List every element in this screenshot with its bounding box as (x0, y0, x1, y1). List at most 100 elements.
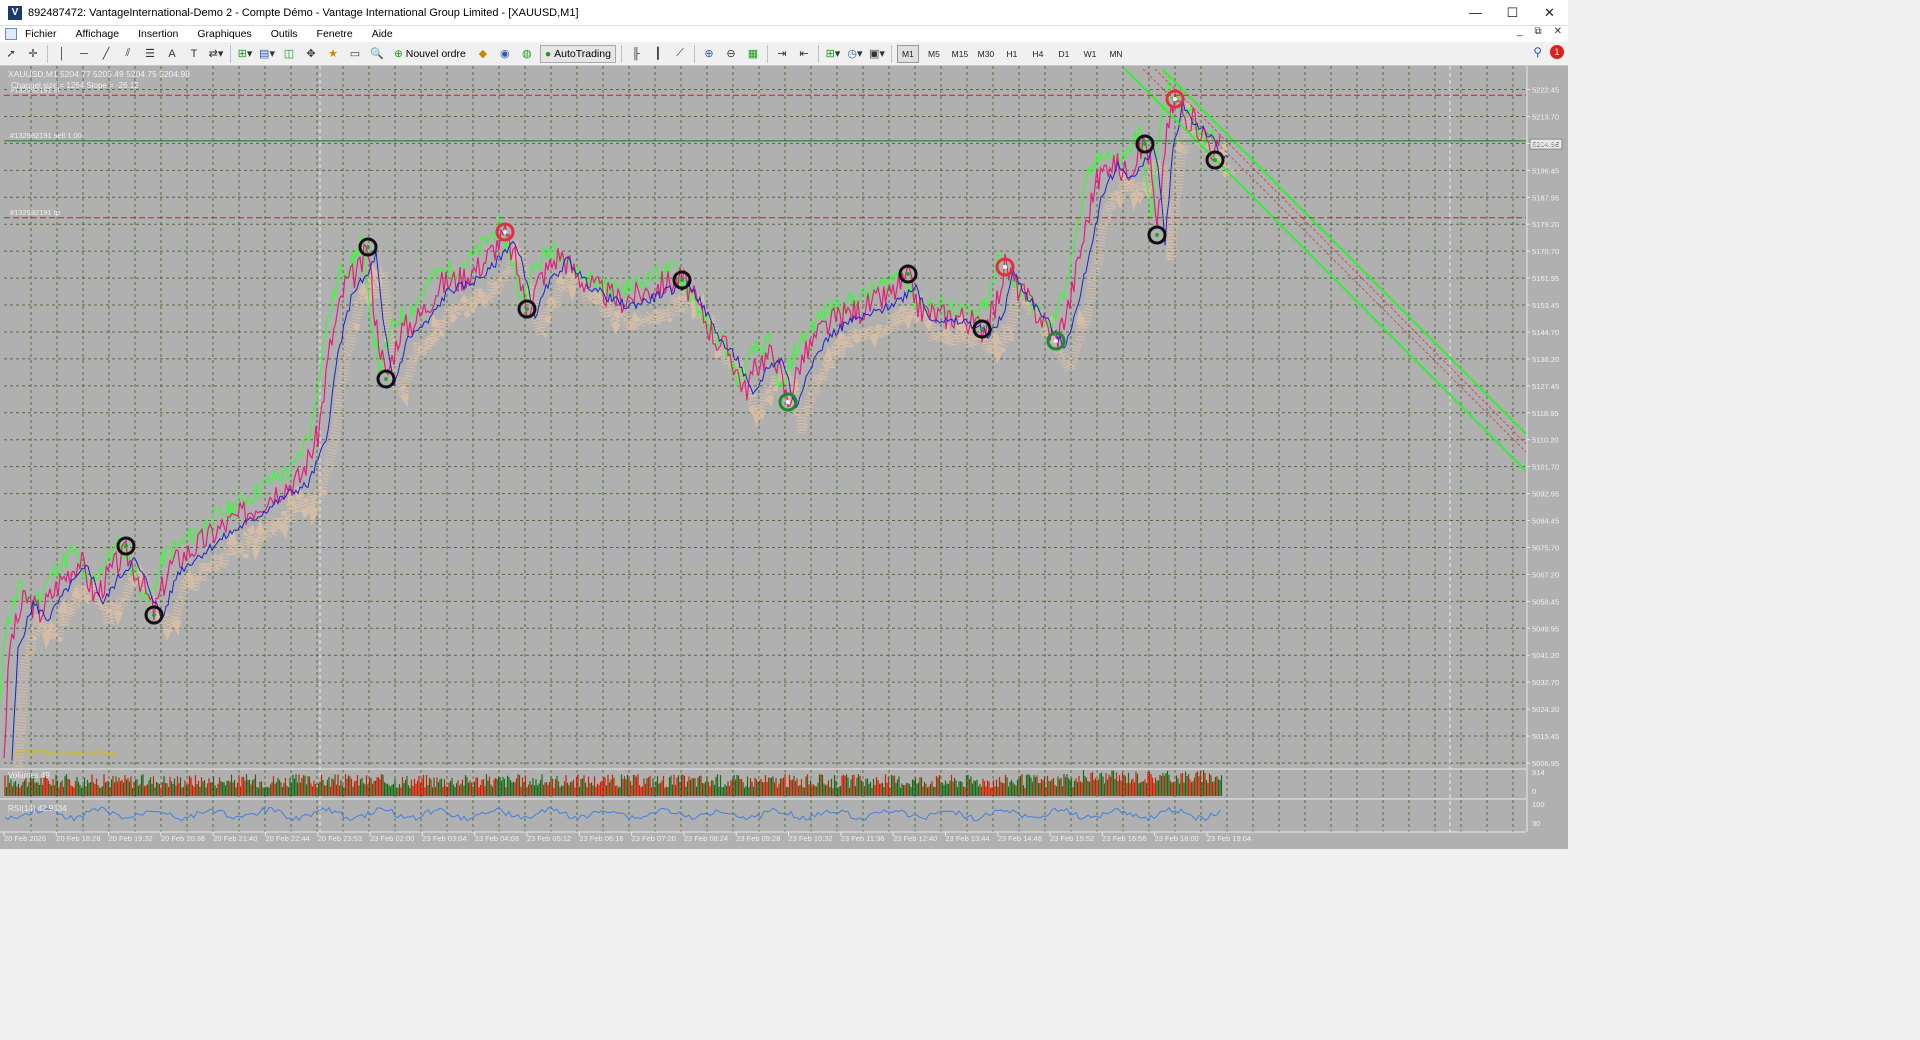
horizontal-line-icon[interactable]: ─ (75, 45, 93, 63)
fibonacci-icon[interactable]: ☰ (141, 45, 159, 63)
price-tick-label: 5092.95 (1532, 490, 1559, 499)
symbol-info: XAUUSD,M1 5204.77 5205.49 5204.75 5204.9… (8, 69, 190, 79)
price-tick-label: 5153.45 (1532, 301, 1559, 310)
close-button[interactable]: ✕ (1531, 0, 1568, 26)
zoom-in-icon[interactable]: ⊕ (700, 45, 718, 63)
vertical-line-icon[interactable]: │ (53, 45, 71, 63)
menu-aide[interactable]: Aide (372, 28, 393, 40)
menu-insertion[interactable]: Insertion (138, 28, 178, 40)
crosshair-icon[interactable]: ✛ (24, 45, 42, 63)
menu-graphiques[interactable]: Graphiques (197, 28, 251, 40)
new-order-button[interactable]: ⊕ Nouvel ordre (390, 45, 470, 63)
swing-marker-dot (786, 400, 790, 404)
time-tick-label: 23 Feb 10:32 (789, 834, 833, 843)
chart-shift-icon[interactable]: ⇤ (795, 45, 813, 63)
cursor-icon[interactable]: ➚ (2, 45, 20, 63)
autotrading-button[interactable]: ● AutoTrading (539, 44, 616, 63)
window-title: 892487472: VantageInternational-Demo 2 -… (28, 6, 579, 19)
menu-outils[interactable]: Outils (271, 28, 298, 40)
swing-marker-dot (152, 613, 156, 617)
time-tick-label: 20 Feb 20:36 (161, 834, 205, 843)
chart-window[interactable]: #132992191 sl #132992191 sell 1.00 #132992… (0, 66, 1568, 849)
text-icon[interactable]: A (163, 45, 181, 63)
swing-marker-dot (366, 245, 370, 249)
time-tick-label: 20 Feb 21:40 (213, 834, 257, 843)
price-tick-label: 5006.95 (1532, 759, 1559, 768)
swing-marker-dot (1173, 97, 1177, 101)
price-tick-label: 5196.45 (1532, 166, 1559, 175)
timeframe-h4[interactable]: H4 (1027, 45, 1049, 63)
chart-window-icon[interactable] (5, 28, 17, 40)
time-tick-label: 23 Feb 08:24 (684, 834, 728, 843)
time-tick-label: 23 Feb 05:12 (527, 834, 571, 843)
price-tick-label: 5110.20 (1532, 436, 1559, 445)
price-tick-label: 5058.45 (1532, 597, 1559, 606)
rsi-tick-label: 100 (1532, 800, 1545, 809)
timeframe-m30[interactable]: M30 (975, 45, 997, 63)
text-label-icon[interactable]: T (185, 45, 203, 63)
toolbar-separator (766, 44, 768, 63)
data-window-icon[interactable]: ✥ (302, 45, 320, 63)
mdi-restore-button[interactable]: ⧉ (1534, 26, 1541, 37)
swing-marker-dot (1054, 339, 1058, 343)
arrows-icon[interactable]: ⇄▾ (207, 45, 225, 63)
timeframe-w1[interactable]: W1 (1079, 45, 1101, 63)
time-tick-label: 23 Feb 03:04 (422, 834, 466, 843)
maximize-button[interactable]: ☐ (1494, 0, 1531, 26)
metaeditor-icon[interactable]: ◆ (474, 45, 492, 63)
time-tick-label: 23 Feb 07:20 (632, 834, 676, 843)
time-tick-label: 20 Feb 18:28 (56, 834, 100, 843)
timeframe-m1[interactable]: M1 (896, 44, 919, 63)
auto-scroll-icon[interactable]: ⇥ (773, 45, 791, 63)
timeframe-m15[interactable]: M15 (949, 45, 971, 63)
price-tick-label: 5187.95 (1532, 193, 1559, 202)
mdi-close-button[interactable]: ✕ (1554, 26, 1562, 37)
price-tick-label: 5170.70 (1532, 247, 1559, 256)
mdi-minimize-button[interactable]: _ (1517, 26, 1523, 37)
swing-marker-dot (525, 307, 529, 311)
candlestick-icon[interactable]: ┃ (649, 45, 667, 63)
timeframe-mn[interactable]: MN (1105, 45, 1127, 63)
minimize-button[interactable]: — (1457, 0, 1494, 26)
price-tick-label: 5127.45 (1532, 382, 1559, 391)
chart-canvas[interactable]: #132992191 sl#132992191 sell 1.00#132992… (0, 66, 1568, 849)
swing-marker-dot (1003, 265, 1007, 269)
menu-fichier[interactable]: Fichier (25, 28, 57, 40)
strategy-tester-icon[interactable]: 🔍 (368, 45, 386, 63)
market-watch-icon[interactable]: ◫ (280, 45, 298, 63)
timeframe-d1[interactable]: D1 (1053, 45, 1075, 63)
profiles-icon[interactable]: ▤ ▾ (258, 45, 276, 63)
trendline-icon[interactable]: ╱ (97, 45, 115, 63)
time-tick-label: 20 Feb 22:44 (266, 834, 310, 843)
menu-fenetre[interactable]: Fenetre (317, 28, 353, 40)
indicators-icon[interactable]: ⊞ ▾ (824, 45, 842, 63)
volume-tick-label: 0 (1532, 787, 1536, 796)
vps-icon[interactable]: ◍ (518, 45, 536, 63)
periods-icon[interactable]: ◷ ▾ (846, 45, 864, 63)
terminal-icon[interactable]: ▭ (346, 45, 364, 63)
rsi-tick-label: 30 (1532, 819, 1540, 828)
tile-windows-icon[interactable]: ▦ (744, 45, 762, 63)
price-tick-label: 5032.70 (1532, 678, 1559, 687)
line-chart-icon[interactable]: ⟋ (671, 45, 689, 63)
new-chart-icon[interactable]: ⊞ ▾ (236, 45, 254, 63)
equidistant-channel-icon[interactable]: ⫽ (119, 45, 137, 63)
zoom-out-icon[interactable]: ⊖ (722, 45, 740, 63)
time-tick-label: 23 Feb 13:44 (945, 834, 989, 843)
toolbar-separator (230, 44, 231, 63)
autotrading-label: AutoTrading (554, 47, 611, 60)
swing-marker-dot (680, 278, 684, 282)
timeframe-m5[interactable]: M5 (923, 45, 945, 63)
signals-icon[interactable]: ◉ (496, 45, 514, 63)
templates-icon[interactable]: ▣▾ (868, 45, 886, 63)
order-label: #132992191 sell 1.00 (10, 131, 82, 140)
menu-bar: Fichier Affichage Insertion Graphiques O… (0, 26, 1568, 42)
time-tick-label: 23 Feb 18:00 (1155, 834, 1199, 843)
navigator-icon[interactable]: ★ (324, 45, 342, 63)
search-icon[interactable]: ⚲ (1533, 45, 1542, 59)
notifications-badge[interactable]: 1 (1550, 45, 1564, 59)
price-tick-label: 5067.20 (1532, 570, 1559, 579)
timeframe-h1[interactable]: H1 (1001, 45, 1023, 63)
menu-affichage[interactable]: Affichage (76, 28, 120, 40)
bar-chart-icon[interactable]: ╟ (627, 45, 645, 63)
